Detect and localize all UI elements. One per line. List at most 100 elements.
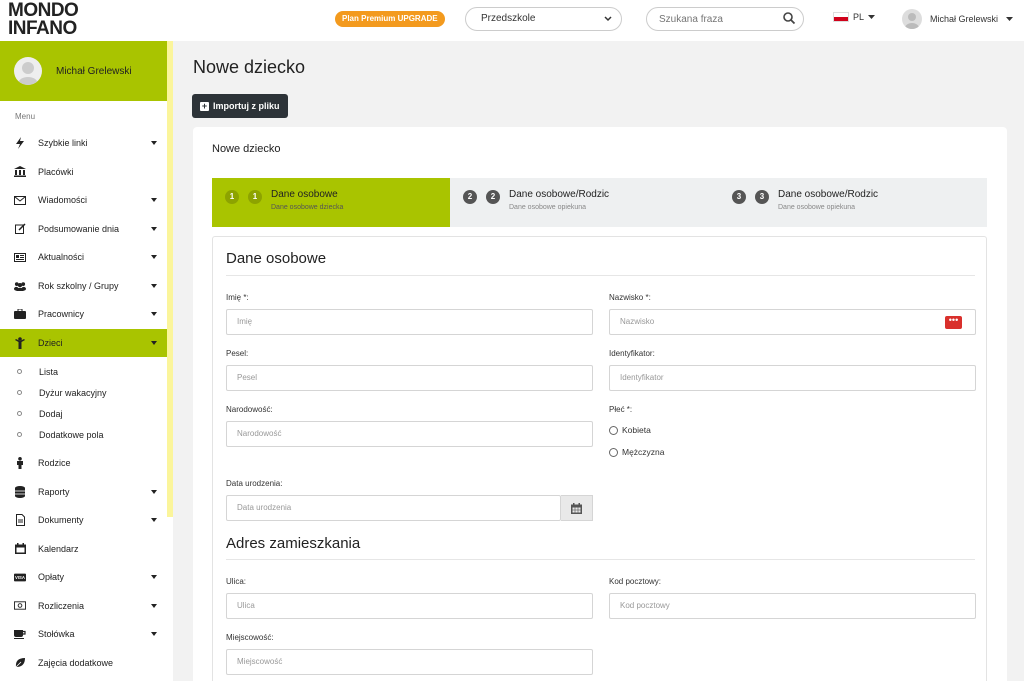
circle-icon: [17, 390, 22, 395]
step-title: Dane osobowe: [271, 189, 338, 200]
sidebar-item-kalendarz[interactable]: Kalendarz: [0, 535, 173, 564]
caret-down-icon: [151, 632, 157, 636]
sidebar-item-rodzice[interactable]: Rodzice: [0, 449, 173, 478]
radio-button[interactable]: [609, 447, 618, 457]
institution-select[interactable]: Przedszkole: [465, 7, 622, 31]
wizard-step-3[interactable]: 3 3 Dane osobowe/Rodzic Dane osobowe opi…: [719, 178, 987, 227]
field-label-identyfikator: Identyfikator:: [609, 349, 655, 358]
sidebar-item-wiadomosci[interactable]: Wiadomości: [0, 186, 173, 215]
sidebar-scrollbar[interactable]: [167, 41, 173, 517]
submenu-item-dodaj[interactable]: Dodaj: [0, 403, 173, 424]
users-icon: [14, 280, 26, 292]
logo-line-2: INFANO: [8, 18, 77, 39]
sidebar-user-name: Michał Grelewski: [56, 65, 132, 77]
field-label-narodowosc: Narodowość:: [226, 405, 273, 414]
caret-down-icon: [151, 198, 157, 202]
more-dots-icon[interactable]: •••: [945, 316, 962, 329]
premium-upgrade-button[interactable]: Plan Premium UPGRADE: [335, 11, 445, 27]
sidebar-item-podsumowanie-dnia[interactable]: Podsumowanie dnia: [0, 215, 173, 244]
pesel-input[interactable]: Pesel: [226, 365, 593, 391]
radio-button[interactable]: [609, 425, 618, 435]
city-input[interactable]: Miejscowość: [226, 649, 593, 675]
search-input[interactable]: [646, 7, 804, 31]
sidebar-item-raporty[interactable]: Raporty: [0, 478, 173, 507]
circle-icon: [17, 432, 22, 437]
sidebar-item-label: Rodzice: [38, 458, 71, 469]
caret-down-icon: [151, 575, 157, 579]
submenu-item-lista[interactable]: Lista: [0, 361, 173, 382]
page-title: Nowe dziecko: [193, 57, 306, 77]
child-icon: [14, 336, 26, 349]
submenu-item-dyzur-wakacyjny[interactable]: Dyżur wakacyjny: [0, 382, 173, 403]
search-icon[interactable]: [782, 11, 796, 25]
identifier-input[interactable]: Identyfikator: [609, 365, 976, 391]
nationality-input[interactable]: Narodowość: [226, 421, 593, 447]
briefcase-icon: [14, 308, 26, 320]
form-card: Nowe dziecko 1 1 Dane osobowe Dane osobo…: [193, 127, 1007, 681]
sidebar-item-dokumenty[interactable]: Dokumenty: [0, 506, 173, 535]
caret-down-icon: [151, 518, 157, 522]
bolt-icon: [14, 137, 26, 150]
sidebar-item-zajecia-dodatkowe[interactable]: Zajęcia dodatkowe: [0, 649, 173, 678]
logo[interactable]: MONDO INFANO: [8, 1, 100, 40]
wizard-step-1[interactable]: 1 1 Dane osobowe Dane osobowe dziecka: [212, 178, 450, 227]
sidebar-item-dzieci[interactable]: Dzieci: [0, 328, 173, 357]
caret-down-icon: [151, 226, 157, 231]
menu-label: Menu: [15, 112, 36, 121]
first-name-input[interactable]: Imię: [226, 309, 593, 335]
step-subtitle: Dane osobowe dziecka: [271, 204, 344, 211]
placeholder: Ulica: [237, 601, 255, 610]
sidebar-item-label: Placówki: [38, 166, 74, 177]
caret-down-icon: [151, 283, 157, 288]
sidebar-item-oplaty[interactable]: VISA Opłaty: [0, 563, 173, 592]
sidebar-item-placowki[interactable]: Placówki: [0, 158, 173, 187]
building-icon: [14, 166, 26, 178]
sidebar-item-rozliczenia[interactable]: Rozliczenia: [0, 592, 173, 621]
sidebar-item-label: Opłaty: [38, 572, 65, 583]
street-input[interactable]: Ulica: [226, 593, 593, 619]
language-selector[interactable]: PL: [833, 12, 876, 22]
wizard-steps: 1 1 Dane osobowe Dane osobowe dziecka 2 …: [212, 178, 987, 227]
wizard-step-2[interactable]: 2 2 Dane osobowe/Rodzic Dane osobowe opi…: [450, 178, 719, 227]
last-name-input[interactable]: Nazwisko •••: [609, 309, 976, 335]
top-bar: MONDO INFANO Plan Premium UPGRADE Przeds…: [0, 0, 1024, 41]
sidebar-item-label: Stołówka: [38, 629, 75, 640]
sidebar-item-label: Wiadomości: [38, 195, 88, 206]
field-label-data-urodzenia: Data urodzenia:: [226, 479, 283, 488]
import-file-label: Importuj z pliku: [213, 101, 280, 111]
chevron-down-icon: [604, 16, 612, 22]
sidebar-item-label: Raporty: [38, 486, 70, 497]
newspaper-icon: [14, 251, 26, 263]
file-icon: [14, 514, 26, 527]
sidebar-item-rok-szkolny[interactable]: Rok szkolny / Grupy: [0, 272, 173, 301]
calendar-icon: [14, 543, 26, 555]
sidebar-user[interactable]: Michał Grelewski: [0, 41, 173, 101]
caret-down-icon: [151, 255, 157, 259]
import-file-button[interactable]: + Importuj z pliku: [192, 94, 288, 118]
sidebar-item-label: Dzieci: [38, 337, 63, 348]
card-title: Nowe dziecko: [212, 143, 281, 155]
submenu-item-label: Lista: [39, 366, 59, 377]
postal-code-input[interactable]: Kod pocztowy: [609, 593, 976, 619]
database-icon: [14, 485, 26, 498]
circle-icon: [17, 369, 22, 374]
sidebar-item-szybkie-linki[interactable]: Szybkie linki: [0, 129, 173, 158]
calendar-button[interactable]: [561, 495, 593, 521]
caret-down-icon: [151, 489, 157, 494]
gender-option-female[interactable]: Kobieta: [609, 425, 651, 435]
sidebar-item-stolowka[interactable]: Stołówka: [0, 620, 173, 649]
gender-option-male[interactable]: Mężczyzna: [609, 447, 665, 457]
field-label-kod-pocztowy: Kod pocztowy:: [609, 577, 662, 586]
form-panel: Dane osobowe Imię *: Imię Nazwisko *: Na…: [212, 236, 987, 681]
user-menu[interactable]: Michał Grelewski: [902, 9, 1014, 29]
step-number-badge: 3: [732, 190, 746, 204]
sidebar-item-aktualnosci[interactable]: Aktualności: [0, 243, 173, 272]
sidebar: Michał Grelewski Menu Szybkie linki Plac…: [0, 41, 173, 681]
birth-date-input[interactable]: Data urodzenia: [226, 495, 561, 521]
calendar-icon: [571, 502, 582, 514]
submenu-item-dodatkowe-pola[interactable]: Dodatkowe pola: [0, 424, 173, 445]
sidebar-item-pracownicy[interactable]: Pracownicy: [0, 300, 173, 329]
sidebar-item-label: Pracownicy: [38, 309, 85, 320]
sidebar-item-label: Podsumowanie dnia: [38, 223, 120, 234]
envelope-icon: [14, 194, 26, 206]
